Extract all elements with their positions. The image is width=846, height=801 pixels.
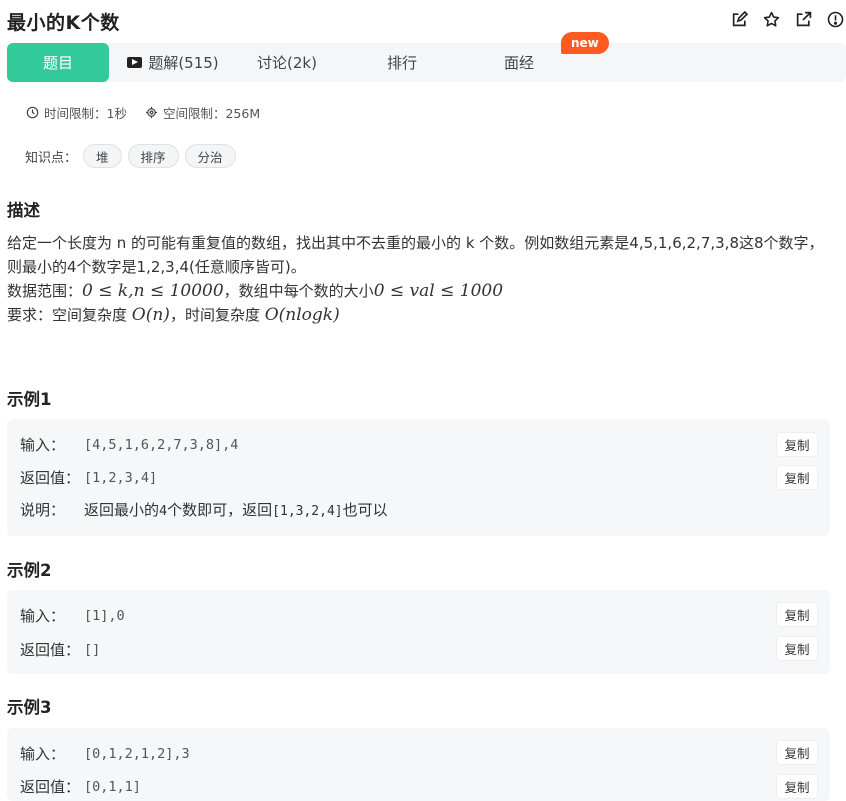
copy-button[interactable]: 复制 [776,432,818,457]
note-part: 个数即可，返回 [167,501,273,519]
input-label: 输入： [20,436,66,454]
copy-button[interactable]: 复制 [776,465,818,490]
note-part: 也可以 [342,501,388,519]
description-text: 给定一个长度为 n 的可能有重复值的数组，找出其中不去重的最小的 k 个数。例如… [7,234,824,276]
tab-problem[interactable]: 题目 [7,43,109,82]
tab-ranking-label: 排行 [386,54,417,72]
header-actions [730,10,844,28]
space-complexity: O(n) [131,305,170,325]
example-2-title: 示例2 [7,561,52,580]
complexity-requirement: 要求：空间复杂度 O(n)，时间复杂度 O(nlogk) [7,303,827,327]
new-badge: new [561,32,609,54]
note-part: 4 [159,503,168,519]
output-value: [1,2,3,4] [84,469,158,486]
example-2-panel: 输入： [1],0 复制 返回值： [] 复制 [7,590,830,674]
tab-interview-label: 面经 [503,54,534,72]
example-3-input: 输入： [0,1,2,1,2],3 [20,743,190,764]
example-1-note: 说明： 返回最小的4个数即可，返回[1,3,2,4]也可以 [20,499,388,520]
example-1-output: 返回值： [1,2,3,4] [20,467,157,488]
input-value: [4,5,1,6,2,7,3,8],4 [84,436,239,453]
tags-label: 知识点： [25,150,78,166]
clock-icon [26,106,39,119]
space-limit: 空间限制：256M [145,103,260,122]
time-complexity: O(nlogk) [264,305,340,325]
output-label: 返回值： [20,469,81,487]
tag-heap[interactable]: 堆 [83,144,122,168]
output-value: [] [84,641,101,658]
output-value: [0,1,1] [84,778,141,795]
example-2-input: 输入： [1],0 [20,605,125,626]
example-3-output: 返回值： [0,1,1] [20,776,141,797]
note-part: [1,3,2,4] [272,504,343,519]
copy-button[interactable]: 复制 [776,602,818,627]
space-limit-text: 空间限制：256M [162,106,261,121]
time-limit: 时间限制：1秒 [26,103,127,122]
range-mid: ，数组中每个数的大小 [223,282,374,300]
example-1-panel: 输入： [4,5,1,6,2,7,3,8],4 复制 返回值： [1,2,3,4… [7,419,830,536]
req-mid: ，时间复杂度 [169,306,265,324]
time-limit-text: 时间限制：1秒 [44,106,127,121]
description-title: 描述 [7,201,40,220]
output-label: 返回值： [20,778,81,796]
example-2-output: 返回值： [] [20,639,100,660]
note-text: 返回最小的4个数即可，返回[1,3,2,4]也可以 [84,499,388,520]
page-title: 最小的K个数 [7,12,120,34]
example-3-title: 示例3 [7,698,52,717]
copy-button[interactable]: 复制 [776,740,818,765]
output-label: 返回值： [20,641,81,659]
example-1-title: 示例1 [7,390,52,409]
example-1-input: 输入： [4,5,1,6,2,7,3,8],4 [20,434,238,455]
limits: 时间限制：1秒 空间限制：256M [26,103,260,122]
copy-button[interactable]: 复制 [776,636,818,661]
tab-ranking[interactable]: 排行 [337,43,467,82]
input-label: 输入： [20,745,66,763]
tab-bar: 题目 题解(515) 讨论(2k) 排行 面经 [7,43,846,82]
star-icon[interactable] [762,10,780,28]
knowledge-tags: 知识点： 堆 排序 分治 [25,144,236,168]
input-value: [1],0 [84,607,125,624]
tab-problem-label: 题目 [42,54,73,72]
tab-discussion-label: 讨论(2k) [257,54,317,72]
range-formula-1: 0 ≤ k,n ≤ 10000 [82,281,224,301]
tag-divide-conquer[interactable]: 分治 [184,144,236,168]
chip-icon [145,106,158,119]
video-icon [127,57,143,68]
tab-solutions[interactable]: 题解(515) [109,43,237,82]
range-prefix: 数据范围： [7,282,83,300]
input-value: [0,1,2,1,2],3 [84,745,190,762]
note-part: 返回最小的 [84,501,160,519]
edit-icon[interactable] [730,10,748,28]
tag-sort[interactable]: 排序 [127,144,179,168]
range-formula-2: 0 ≤ val ≤ 1000 [373,281,504,301]
description-body: 给定一个长度为 n 的可能有重复值的数组，找出其中不去重的最小的 k 个数。例如… [7,231,827,327]
req-prefix: 要求：空间复杂度 [7,306,132,324]
input-label: 输入： [20,607,66,625]
info-icon[interactable] [826,10,844,28]
external-link-icon[interactable] [794,10,812,28]
tab-solutions-label: 题解(515) [148,54,219,72]
copy-button[interactable]: 复制 [776,774,818,799]
data-range: 数据范围：0 ≤ k,n ≤ 10000，数组中每个数的大小0 ≤ val ≤ … [7,279,827,303]
tab-interview[interactable]: 面经 [467,43,571,82]
example-3-panel: 输入： [0,1,2,1,2],3 复制 返回值： [0,1,1] 复制 [7,728,830,801]
note-label: 说明： [20,501,66,519]
tab-discussion[interactable]: 讨论(2k) [237,43,337,82]
